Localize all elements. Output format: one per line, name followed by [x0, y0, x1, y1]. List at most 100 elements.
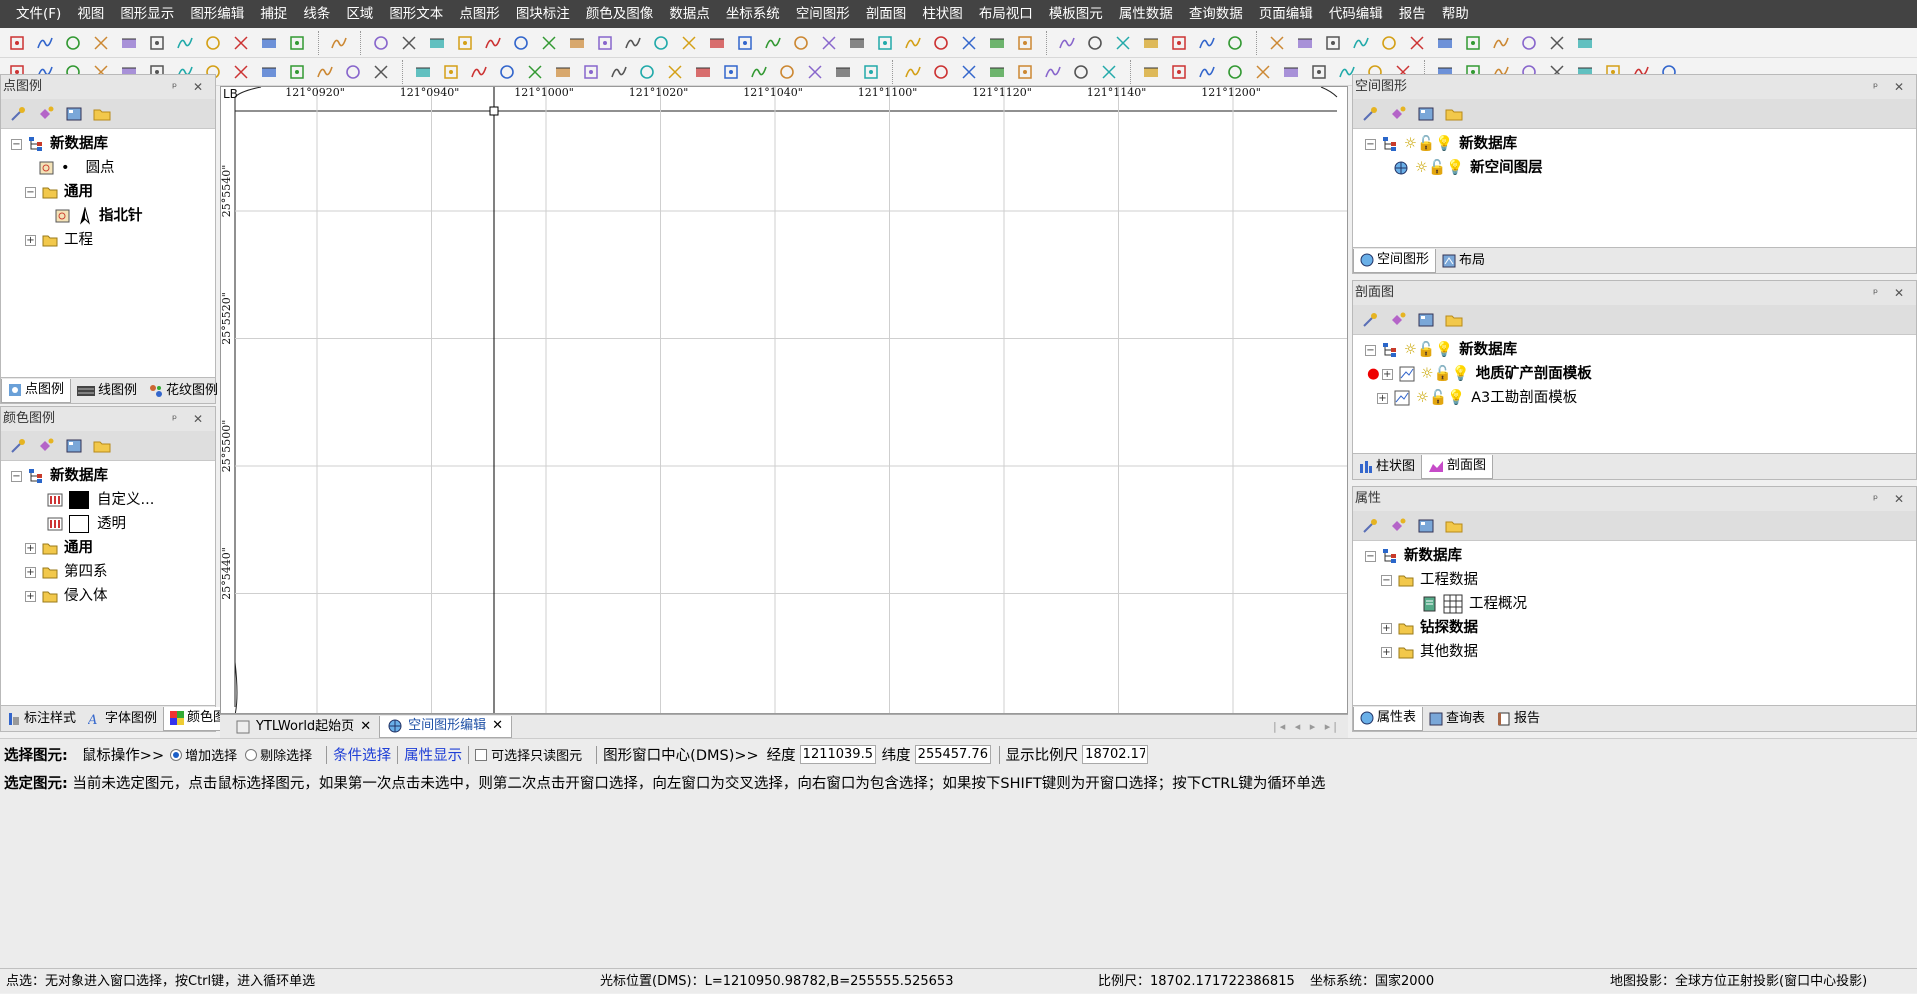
tool-icon[interactable] [1140, 32, 1162, 54]
tab-start-page[interactable]: YTLWorld起始页 ✕ [228, 716, 379, 738]
tool-icon[interactable] [1294, 32, 1316, 54]
tool-icon[interactable] [748, 61, 770, 83]
tool-icon[interactable] [720, 61, 742, 83]
menu-item-19[interactable]: 查询数据 [1181, 0, 1251, 28]
collapse-icon[interactable]: − [1365, 138, 1376, 150]
tool-icon[interactable] [706, 32, 728, 54]
condition-select-link[interactable]: 条件选择 [333, 744, 391, 765]
visibility-icons[interactable]: ☼🔓💡 [1415, 153, 1464, 183]
collapse-icon[interactable]: − [11, 138, 22, 150]
wand-icon[interactable] [1359, 103, 1381, 125]
tool-icon[interactable] [1350, 32, 1372, 54]
folder-icon[interactable] [1443, 309, 1465, 331]
tree-node-a3-template[interactable]: + ☼🔓💡 A3工勘剖面模板 [1377, 383, 1577, 413]
tool-icon[interactable] [1322, 32, 1344, 54]
tab-pattern-legend[interactable]: 花纹图例 [143, 379, 224, 403]
expand-icon[interactable]: + [1381, 646, 1392, 658]
menu-item-13[interactable]: 空间图形 [788, 0, 858, 28]
tab-attr-table[interactable]: 属性表 [1353, 706, 1424, 731]
tool-icon[interactable] [1056, 32, 1078, 54]
tool-icon[interactable] [818, 32, 840, 54]
scale-input[interactable] [1082, 745, 1149, 764]
tool-icon[interactable] [790, 32, 812, 54]
collapse-icon[interactable]: − [11, 470, 22, 482]
checkbox-icon[interactable] [475, 748, 488, 761]
tab-query-table[interactable]: 查询表 [1423, 707, 1491, 731]
expand-icon[interactable]: + [25, 542, 36, 554]
grid-icon[interactable] [1415, 309, 1437, 331]
tool-icon[interactable] [496, 61, 518, 83]
tool-icon[interactable] [370, 32, 392, 54]
tab-label-style[interactable]: 标注样式 [1, 707, 82, 731]
tool-icon[interactable] [314, 61, 336, 83]
tab-spatial-edit[interactable]: 空间图形编辑 ✕ [379, 715, 513, 738]
grid-icon[interactable] [1415, 103, 1437, 125]
tool-icon[interactable] [1168, 32, 1190, 54]
pin-close-icon[interactable]: ᵖ ✕ [172, 407, 209, 431]
wand-icon[interactable] [1359, 309, 1381, 331]
tool-icon[interactable] [860, 61, 882, 83]
menu-item-1[interactable]: 视图 [69, 0, 112, 28]
tool-icon[interactable] [1070, 61, 1092, 83]
tool-icon[interactable] [286, 32, 308, 54]
menu-item-3[interactable]: 图形编辑 [182, 0, 252, 28]
tool-icon[interactable] [846, 32, 868, 54]
tab-point-legend[interactable]: 点图例 [1, 378, 72, 403]
menu-item-7[interactable]: 图形文本 [381, 0, 451, 28]
tool-icon[interactable] [930, 32, 952, 54]
diamond-icon[interactable] [1387, 515, 1409, 537]
pin-close-icon[interactable]: ᵖ ✕ [1873, 75, 1910, 99]
menu-item-11[interactable]: 数据点 [661, 0, 718, 28]
tool-icon[interactable] [510, 32, 532, 54]
radio-icon[interactable] [170, 748, 183, 761]
menu-item-22[interactable]: 报告 [1391, 0, 1434, 28]
tool-icon[interactable] [986, 61, 1008, 83]
readonly-checkbox[interactable]: 可选择只读图元 [475, 745, 582, 764]
menu-item-8[interactable]: 点图形 [451, 0, 508, 28]
menu-item-20[interactable]: 页面编辑 [1251, 0, 1321, 28]
tool-icon[interactable] [804, 61, 826, 83]
tool-icon[interactable] [636, 61, 658, 83]
tool-icon[interactable] [538, 32, 560, 54]
tool-icon[interactable] [1308, 61, 1330, 83]
tool-icon[interactable] [692, 61, 714, 83]
tool-icon[interactable] [958, 61, 980, 83]
close-icon[interactable]: ✕ [492, 715, 503, 737]
tool-icon[interactable] [62, 32, 84, 54]
tool-icon[interactable] [664, 61, 686, 83]
tool-icon[interactable] [202, 32, 224, 54]
tool-icon[interactable] [776, 61, 798, 83]
tool-icon[interactable] [930, 61, 952, 83]
tool-icon[interactable] [230, 32, 252, 54]
expand-icon[interactable]: + [25, 590, 36, 602]
tool-icon[interactable] [398, 32, 420, 54]
tool-icon[interactable] [482, 32, 504, 54]
tab-font-legend[interactable]: A 字体图例 [82, 707, 163, 731]
tool-icon[interactable] [874, 32, 896, 54]
expand-icon[interactable]: + [1381, 622, 1392, 634]
tool-icon[interactable] [1014, 61, 1036, 83]
visibility-icons[interactable]: ☼🔓💡 [1416, 383, 1465, 413]
diamond-icon[interactable] [1387, 103, 1409, 125]
tool-icon[interactable] [412, 61, 434, 83]
tool-icon[interactable] [1112, 32, 1134, 54]
longitude-input[interactable] [799, 745, 876, 764]
tab-line-legend[interactable]: 线图例 [71, 379, 143, 403]
tool-icon[interactable] [1098, 61, 1120, 83]
tool-icon[interactable] [1462, 32, 1484, 54]
tool-icon[interactable] [426, 32, 448, 54]
tree-node-layer[interactable]: ☼🔓💡 新空间图层 [1393, 153, 1543, 183]
tool-icon[interactable] [622, 32, 644, 54]
collapse-icon[interactable]: − [1381, 574, 1392, 586]
tool-icon[interactable] [1084, 32, 1106, 54]
pin-close-icon[interactable]: ᵖ ✕ [1873, 487, 1910, 511]
tree-node-other[interactable]: + 其他数据 [1381, 637, 1478, 667]
tool-icon[interactable] [958, 32, 980, 54]
expand-icon[interactable]: + [25, 234, 36, 246]
tool-icon[interactable] [258, 61, 280, 83]
tool-icon[interactable] [832, 61, 854, 83]
map-grid[interactable]: 121°0920" 121°0940" 121°1000" 121°1020" 121°… [221, 87, 1348, 714]
tool-icon[interactable] [1574, 32, 1596, 54]
pin-close-icon[interactable]: ᵖ ✕ [172, 75, 209, 99]
tab-spatial[interactable]: 空间图形 [1353, 248, 1437, 273]
